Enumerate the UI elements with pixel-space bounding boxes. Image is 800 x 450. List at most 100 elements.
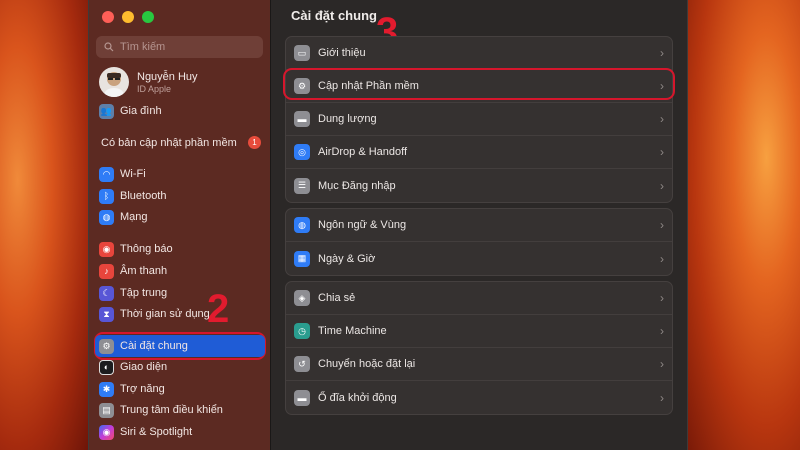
sidebar-item-label: Bluetooth [120, 190, 167, 202]
sidebar-item-focus[interactable]: ☾ Tập trung [99, 283, 264, 303]
sidebar-item-label: Trợ năng [120, 383, 165, 395]
sidebar: Tìm kiếm Nguyễn Huy ID Apple 👥 Gia đình … [89, 0, 271, 450]
chevron-right-icon: › [660, 324, 664, 338]
sidebar-item-wifi[interactable]: ◠ Wi-Fi [99, 164, 264, 184]
settings-window: Tìm kiếm Nguyễn Huy ID Apple 👥 Gia đình … [88, 0, 688, 450]
row-label: Ngôn ngữ & Vùng [318, 219, 407, 231]
update-count-badge: 1 [248, 136, 261, 149]
speaker-icon: ♪ [99, 263, 114, 279]
moon-icon: ☾ [99, 285, 114, 301]
sidebar-item-notifications[interactable]: ◉ Thông báo [99, 239, 264, 259]
sidebar-item-label: Wi-Fi [120, 168, 146, 180]
sidebar-item-family[interactable]: 👥 Gia đình [99, 101, 264, 121]
sidebar-item-label: Giao diện [120, 361, 168, 373]
appearance-icon: ◐ [99, 359, 114, 375]
row-label: Dung lượng [318, 113, 377, 125]
row-transfer-reset[interactable]: ↺ Chuyển hoặc đặt lại › [286, 348, 672, 381]
profile-subtitle: ID Apple [137, 83, 172, 94]
chevron-right-icon: › [660, 145, 664, 159]
profile-name: Nguyễn Huy [137, 70, 198, 83]
row-time-machine[interactable]: ◷ Time Machine › [286, 315, 672, 348]
row-label: Mục Đăng nhập [318, 179, 396, 192]
step3-highlight [283, 68, 675, 100]
row-date-time[interactable]: ▦ Ngày & Giờ › [286, 242, 672, 275]
sidebar-item-sound[interactable]: ♪ Âm thanh [99, 261, 264, 281]
chevron-right-icon: › [660, 112, 664, 126]
row-storage[interactable]: ▬ Dung lượng › [286, 103, 672, 136]
row-startup-disk[interactable]: ▬ Ổ đĩa khởi động › [286, 381, 672, 414]
sidebar-item-label: Siri & Spotlight [120, 426, 193, 438]
sidebar-item-label: Tập trung [120, 287, 168, 299]
sidebar-item-screen-time[interactable]: ⧗ Thời gian sử dụng [99, 304, 264, 324]
share-icon: ◈ [294, 290, 310, 306]
chevron-right-icon: › [660, 390, 664, 405]
apple-id-profile[interactable]: Nguyễn Huy ID Apple [99, 67, 198, 97]
row-label: Ổ đĩa khởi động [318, 391, 397, 404]
row-label: Giới thiệu [318, 47, 366, 59]
sidebar-item-label: Cài đặt chung [120, 340, 188, 352]
chevron-right-icon: › [660, 291, 664, 305]
control-center-icon: ▤ [99, 402, 114, 418]
sidebar-item-network[interactable]: ◍ Mạng [99, 207, 264, 227]
chevron-right-icon: › [660, 178, 664, 193]
disk-icon: ▬ [294, 111, 310, 127]
row-label: AirDrop & Handoff [318, 146, 408, 158]
sidebar-item-label: Âm thanh [120, 265, 168, 277]
row-sharing[interactable]: ◈ Chia sẻ › [286, 282, 672, 315]
sidebar-item-bluetooth[interactable]: ᛒ Bluetooth [99, 186, 264, 206]
sidebar-item-label: Mạng [120, 211, 148, 223]
sidebar-item-accessibility[interactable]: ✱ Trợ năng [99, 379, 264, 399]
row-label: Time Machine [318, 325, 387, 337]
chevron-right-icon: › [660, 46, 664, 60]
row-airdrop[interactable]: ◎ AirDrop & Handoff › [286, 136, 672, 169]
chevron-right-icon: › [660, 218, 664, 232]
row-about[interactable]: ▭ Giới thiệu › [286, 37, 672, 70]
accessibility-icon: ✱ [99, 381, 114, 397]
sidebar-item-label: Trung tâm điều khiển [120, 404, 223, 416]
reset-icon: ↺ [294, 356, 310, 372]
sidebar-item-general[interactable]: ⚙ Cài đặt chung [99, 336, 264, 356]
desktop-wallpaper-left [0, 0, 88, 450]
search-input[interactable]: Tìm kiếm [96, 36, 263, 58]
row-language-region[interactable]: ◍ Ngôn ngữ & Vùng › [286, 209, 672, 242]
bell-icon: ◉ [99, 241, 114, 257]
search-placeholder: Tìm kiếm [120, 41, 166, 53]
gear-icon: ⚙ [99, 338, 114, 354]
close-button[interactable] [102, 11, 114, 23]
row-label: Chia sẻ [318, 292, 356, 304]
bluetooth-icon: ᛒ [99, 188, 114, 204]
window-controls [102, 11, 154, 23]
avatar [99, 67, 129, 97]
settings-group-1: ▭ Giới thiệu › ⚙ Cập nhật Phần mềm › ▬ D… [285, 36, 673, 203]
time-machine-icon: ◷ [294, 323, 310, 339]
startup-disk-icon: ▬ [294, 389, 310, 406]
chevron-right-icon: › [660, 357, 664, 371]
page-title: Cài đặt chung [291, 8, 377, 23]
laptop-icon: ▭ [294, 45, 310, 61]
sidebar-item-control-center[interactable]: ▤ Trung tâm điều khiển [99, 400, 264, 420]
siri-icon: ◉ [99, 424, 114, 440]
list-icon: ☰ [294, 177, 310, 194]
hourglass-icon: ⧗ [99, 306, 114, 322]
wifi-icon: ◠ [99, 166, 114, 182]
sidebar-item-label: Gia đình [120, 105, 162, 117]
globe-icon: ◍ [99, 209, 114, 225]
sidebar-item-appearance[interactable]: ◐ Giao diện [99, 357, 264, 377]
desktop-wallpaper-right [688, 0, 800, 450]
row-login-items[interactable]: ☰ Mục Đăng nhập › [286, 169, 672, 202]
sidebar-item-siri[interactable]: ◉ Siri & Spotlight [99, 422, 264, 442]
family-icon: 👥 [99, 103, 114, 119]
sidebar-item-label: Thời gian sử dụng [120, 308, 210, 320]
search-icon [104, 42, 114, 52]
globe-icon: ◍ [294, 217, 310, 233]
settings-group-2: ◍ Ngôn ngữ & Vùng › ▦ Ngày & Giờ › [285, 208, 673, 276]
minimize-button[interactable] [122, 11, 134, 23]
calendar-clock-icon: ▦ [294, 250, 310, 267]
settings-group-3: ◈ Chia sẻ › ◷ Time Machine › ↺ Chuyển ho… [285, 281, 673, 415]
row-label: Chuyển hoặc đặt lại [318, 358, 416, 370]
zoom-button[interactable] [142, 11, 154, 23]
software-update-notice[interactable]: Có bản cập nhật phần mềm 1 [101, 136, 261, 149]
update-notice-label: Có bản cập nhật phần mềm [101, 136, 237, 149]
chevron-right-icon: › [660, 251, 664, 266]
main-panel: Cài đặt chung 3 ▭ Giới thiệu › ⚙ Cập nhậ… [271, 0, 687, 450]
